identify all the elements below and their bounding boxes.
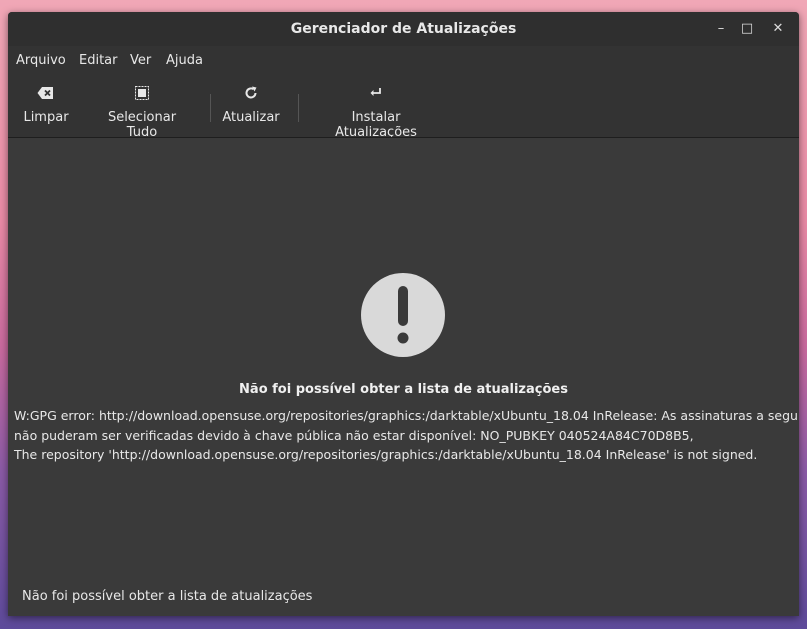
clear-label: Limpar — [23, 110, 69, 125]
refresh-button[interactable]: Atualizar — [222, 86, 280, 125]
menu-arquivo[interactable]: Arquivo — [16, 53, 66, 68]
error-line: não puderam ser verificadas devido à cha… — [14, 427, 694, 443]
refresh-icon — [222, 86, 280, 104]
menu-ajuda[interactable]: Ajuda — [166, 53, 203, 68]
select-all-button[interactable]: Selecionar Tudo — [92, 86, 192, 140]
install-updates-label: Instalar Atualizações — [335, 110, 417, 140]
minimize-button[interactable]: – — [713, 21, 729, 37]
maximize-button[interactable]: □ — [739, 21, 755, 37]
toolbar-separator — [298, 94, 299, 122]
toolbar: Limpar Selecionar Tudo Atualizar Instala… — [8, 82, 799, 140]
select-all-icon — [92, 86, 192, 104]
menu-ver[interactable]: Ver — [130, 53, 151, 68]
menu-editar[interactable]: Editar — [79, 53, 118, 68]
install-updates-button[interactable]: Instalar Atualizações — [310, 86, 442, 140]
window-title: Gerenciador de Atualizações — [290, 21, 517, 37]
error-line: W:GPG error: http://download.opensuse.or… — [14, 408, 799, 423]
main-content: Não foi possível obter a lista de atuali… — [8, 138, 799, 616]
close-button[interactable]: ✕ — [770, 21, 786, 37]
error-heading: Não foi possível obter a lista de atuali… — [239, 382, 568, 397]
backspace-icon — [18, 86, 74, 104]
menu-bar: Arquivo Editar Ver Ajuda — [8, 50, 799, 74]
select-all-label: Selecionar Tudo — [107, 110, 177, 140]
error-details: W:GPG error: http://download.opensuse.or… — [14, 406, 799, 465]
status-bar-text: Não foi possível obter a lista de atuali… — [22, 589, 313, 604]
update-manager-window: Gerenciador de Atualizações – □ ✕ Arquiv… — [8, 12, 799, 616]
return-arrow-icon — [310, 86, 442, 104]
refresh-label: Atualizar — [222, 110, 280, 125]
toolbar-separator — [210, 94, 211, 122]
title-bar[interactable]: Gerenciador de Atualizações – □ ✕ — [8, 12, 799, 46]
exclamation-circle-icon — [360, 272, 446, 358]
clear-button[interactable]: Limpar — [18, 86, 74, 125]
error-line: The repository 'http://download.opensuse… — [14, 447, 758, 462]
